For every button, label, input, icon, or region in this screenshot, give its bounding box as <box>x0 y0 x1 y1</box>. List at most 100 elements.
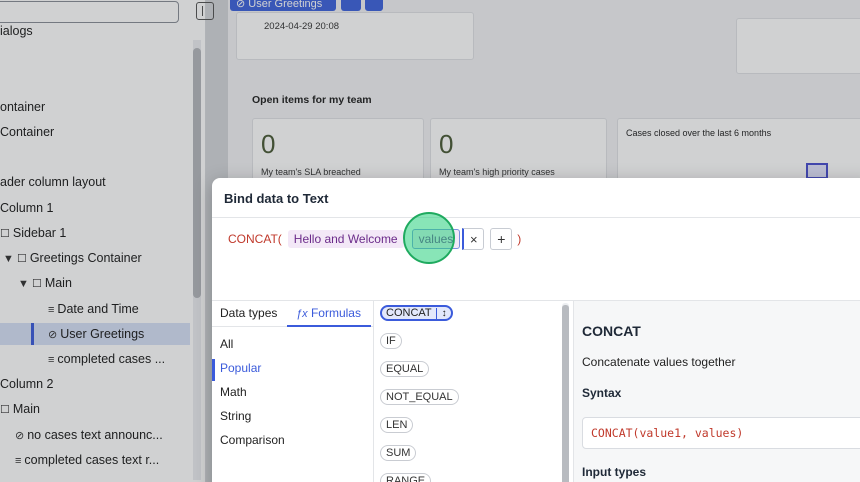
chart-placeholder-icon <box>806 163 828 179</box>
tree-item-label: ader column layout <box>0 175 106 189</box>
tree-item-label: Date and Time <box>57 302 139 316</box>
active-tab-underline <box>287 325 371 327</box>
add-arg-button[interactable]: + <box>490 228 513 250</box>
tree-node-icon: ≡ <box>15 455 22 467</box>
tree-node-icon: ▼ ☐ <box>18 278 42 290</box>
dialog-body: Data types ƒx Formulas All Popular Math Str… <box>212 300 860 482</box>
category-item[interactable]: Comparison <box>220 433 285 447</box>
remove-arg-button[interactable]: × <box>462 228 485 250</box>
category-column: Data types ƒx Formulas All Popular Math Str… <box>212 301 374 482</box>
tree-item-label: ialogs <box>0 24 33 38</box>
function-item[interactable]: NOT_EQUAL <box>380 389 459 405</box>
active-category-bar <box>212 359 215 381</box>
function-item[interactable]: LEN <box>380 417 414 433</box>
formula-editor[interactable]: CONCAT( Hello and Welcome values × + ) <box>228 227 521 251</box>
tree-node-icon: ☐ <box>0 404 10 416</box>
formula-function-token[interactable]: CONCAT( <box>228 232 282 246</box>
tree-item[interactable]: ≡ completed cases ... <box>0 348 190 370</box>
tree-item[interactable]: ≡ completed cases text r... <box>0 449 190 471</box>
tree-item-label: Main <box>44 276 72 290</box>
tree-item[interactable]: ⊘ User Greetings <box>0 323 190 345</box>
formula-close-paren: ) <box>517 232 522 246</box>
detail-description: Concatenate values together <box>582 355 736 369</box>
function-item[interactable]: SUM <box>380 445 417 461</box>
tree-node-icon: ≡ <box>48 354 55 366</box>
category-tabs: Data types ƒx Formulas <box>212 301 374 327</box>
category-item[interactable]: String <box>220 409 251 423</box>
tree-item[interactable]: ☐ Main <box>0 398 190 420</box>
function-item[interactable]: EQUAL <box>380 361 430 377</box>
function-column: CONCAT ↕ IF EQUAL NOT_EQUAL LEN SUM RANGE <box>374 301 574 482</box>
tab-formulas-label: Formulas <box>310 306 361 320</box>
function-name: EQUAL <box>386 363 424 375</box>
formula-arg-values[interactable]: values <box>411 229 461 249</box>
function-item[interactable]: IF <box>380 333 402 349</box>
tree-item-label: Main <box>12 402 40 416</box>
tab-data-types[interactable]: Data types <box>220 306 277 320</box>
function-name: CONCAT <box>386 307 432 319</box>
tree-item[interactable]: ☐ Sidebar 1 <box>0 222 190 244</box>
tree-node-icon: ☐ <box>0 228 10 240</box>
tree-item[interactable]: Container <box>0 121 190 143</box>
input-types-label: Input types <box>582 465 647 479</box>
dialog-header: Bind data to Text <box>212 178 860 218</box>
tree-item[interactable]: Column 2 <box>0 373 190 395</box>
function-item[interactable]: CONCAT ↕ <box>380 305 453 321</box>
selected-element-chip[interactable]: ⊘ User Greetings <box>230 0 336 11</box>
section-title: Open items for my team <box>252 94 372 106</box>
reorder-icon[interactable]: ↕ <box>435 308 447 319</box>
tree-item[interactable]: ⊘ no cases text announc... <box>0 424 190 446</box>
greeting-card <box>736 18 860 74</box>
syntax-box: CONCAT(value1, values) <box>582 417 860 449</box>
tree-node-icon: ⊘ <box>48 329 58 341</box>
dialog-title: Bind data to Text <box>224 191 329 206</box>
function-name: RANGE <box>386 475 426 482</box>
sla-count: 0 <box>261 129 276 159</box>
function-name: SUM <box>386 447 411 459</box>
chip-tree-icon[interactable] <box>341 0 361 11</box>
category-item[interactable]: All <box>220 337 233 351</box>
tree-item-label: Sidebar 1 <box>12 226 67 240</box>
tree-item[interactable]: ader column layout <box>0 171 190 193</box>
formula-arg-string[interactable]: Hello and Welcome <box>287 230 404 248</box>
tree-item-label: Greetings Container <box>29 251 142 265</box>
chart-card-title: Cases closed over the last 6 months <box>626 128 772 138</box>
collapse-panel-icon[interactable] <box>196 2 214 20</box>
bind-data-dialog: Bind data to Text CONCAT( Hello and Welc… <box>212 178 860 482</box>
timestamp-text: 2024-04-29 20:08 <box>264 21 340 32</box>
function-scrollbar-thumb[interactable] <box>562 305 569 482</box>
tree-item[interactable]: ontainer <box>0 96 190 118</box>
tree-item[interactable]: ialogs <box>0 20 190 42</box>
tree-item-label: completed cases text r... <box>24 453 160 467</box>
function-scrollbar[interactable] <box>562 303 569 482</box>
tree-item[interactable]: ≡ Date and Time <box>0 298 190 320</box>
syntax-label: Syntax <box>582 386 622 400</box>
tree-node-icon: ≡ <box>48 304 55 316</box>
tree-item-label: Column 2 <box>0 377 54 391</box>
tree-scrollbar[interactable] <box>193 40 201 480</box>
tree-item[interactable]: ▼ ☐ Greetings Container <box>0 247 190 269</box>
function-item[interactable]: RANGE <box>380 473 432 482</box>
category-item[interactable]: Popular <box>220 361 261 375</box>
tree-item[interactable]: ▼ ☐ Main <box>0 272 190 294</box>
function-name: LEN <box>386 419 408 431</box>
chip-more-icon[interactable] <box>365 0 383 11</box>
tree-item[interactable]: Column 1 <box>0 197 190 219</box>
tree-scrollbar-thumb[interactable] <box>193 48 201 298</box>
tab-formulas[interactable]: ƒx Formulas <box>296 306 361 320</box>
formula-icon: ƒx <box>296 308 308 320</box>
tree-node-icon: ⊘ <box>15 430 25 442</box>
sla-label: My team's SLA breached <box>261 167 361 177</box>
layer-tree-panel: ialogs ontainer Container ader column layou… <box>0 0 214 482</box>
detail-title: CONCAT <box>582 323 641 339</box>
priority-count: 0 <box>439 129 454 159</box>
function-name: IF <box>386 335 396 347</box>
function-name: NOT_EQUAL <box>386 391 453 403</box>
priority-label: My team's high priority cases <box>439 167 555 177</box>
tree-item-label: Column 1 <box>0 201 54 215</box>
category-item[interactable]: Math <box>220 385 247 399</box>
datetime-card: 2024-04-29 20:08 <box>236 12 474 60</box>
close-icon: × <box>470 231 478 247</box>
tree-item-label: no cases text announc... <box>27 428 163 442</box>
tree-item-label: completed cases ... <box>57 352 166 366</box>
